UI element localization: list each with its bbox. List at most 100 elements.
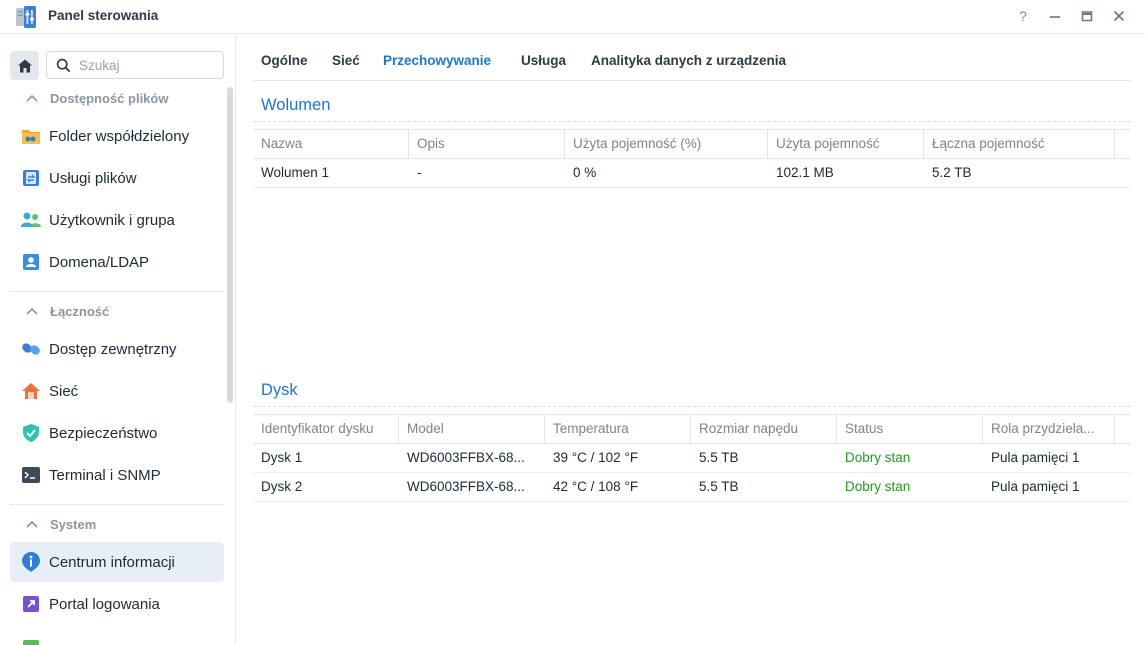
column-header[interactable]: Status bbox=[837, 415, 983, 443]
sidebar-item-file-services[interactable]: Usługi plików bbox=[10, 158, 224, 198]
sidebar-item-shared-folder[interactable]: Folder współdzielony bbox=[10, 116, 224, 156]
section-header-file-sharing[interactable]: Dostępność plików bbox=[10, 85, 224, 111]
section-header-system[interactable]: System bbox=[10, 511, 224, 537]
sidebar: Dostępność plików Folder współdzielony U… bbox=[0, 35, 236, 645]
external-access-icon bbox=[20, 338, 42, 360]
sidebar-item-security[interactable]: Bezpieczeństwo bbox=[10, 413, 224, 453]
disk-temperature-cell: 39 °C / 102 °F bbox=[553, 450, 639, 465]
disk-role-cell: Pula pamięci 1 bbox=[991, 479, 1080, 494]
search-box[interactable] bbox=[46, 51, 224, 79]
close-button[interactable] bbox=[1107, 5, 1131, 27]
next-item-icon bbox=[20, 635, 42, 645]
section-divider bbox=[10, 504, 224, 505]
maximize-button[interactable] bbox=[1075, 5, 1099, 27]
maximize-icon bbox=[1081, 11, 1093, 22]
disk-id-cell: Dysk 2 bbox=[261, 479, 303, 494]
column-header[interactable]: Łączna pojemność bbox=[924, 130, 1115, 158]
chevron-up-icon bbox=[26, 307, 40, 315]
table-row[interactable]: Wolumen 1 - 0 % 102.1 MB 5.2 TB bbox=[253, 159, 1131, 188]
volume-description-cell: - bbox=[417, 165, 422, 180]
section-title: Dostępność plików bbox=[50, 90, 169, 106]
home-icon bbox=[17, 59, 32, 72]
disk-section-title: Dysk bbox=[261, 381, 298, 399]
column-header[interactable]: Rola przydziela... bbox=[983, 415, 1115, 443]
tab-general[interactable]: Ogólne bbox=[261, 53, 308, 68]
disk-size-cell: 5.5 TB bbox=[699, 479, 739, 494]
sidebar-item-info-center[interactable]: Centrum informacji bbox=[10, 542, 224, 582]
tab-network[interactable]: Sieć bbox=[332, 53, 360, 68]
sidebar-item-external-access[interactable]: Dostęp zewnętrzny bbox=[10, 329, 224, 369]
sidebar-item-partial[interactable] bbox=[10, 626, 224, 645]
title-bar: Panel sterowania ? bbox=[0, 0, 1145, 34]
section-divider bbox=[253, 121, 1131, 122]
volume-used-capacity-cell: 102.1 MB bbox=[776, 165, 834, 180]
file-services-icon bbox=[20, 167, 42, 189]
login-portal-icon bbox=[20, 593, 42, 615]
sidebar-scrollbar[interactable] bbox=[227, 87, 233, 403]
sidebar-item-domain-ldap[interactable]: Domena/LDAP bbox=[10, 242, 224, 282]
domain-ldap-icon bbox=[20, 251, 42, 273]
search-icon bbox=[56, 58, 71, 72]
sidebar-item-label: Domena/LDAP bbox=[49, 253, 150, 271]
control-panel-app-icon bbox=[14, 5, 38, 29]
section-divider bbox=[253, 406, 1131, 407]
table-header: Identyfikator dysku Model Temperatura Ro… bbox=[253, 414, 1131, 444]
tab-device-analytics[interactable]: Analityka danych z urządzenia bbox=[591, 53, 786, 68]
sidebar-item-label: Użytkownik i grupa bbox=[49, 211, 175, 229]
volume-section-title: Wolumen bbox=[261, 96, 331, 114]
section-header-connectivity[interactable]: Łączność bbox=[10, 298, 224, 324]
network-icon bbox=[20, 380, 42, 402]
sidebar-item-label: Centrum informacji bbox=[49, 553, 175, 571]
section-title: Łączność bbox=[50, 303, 110, 319]
sidebar-item-label: Bezpieczeństwo bbox=[49, 424, 158, 442]
tab-service[interactable]: Usługa bbox=[521, 53, 566, 68]
column-header[interactable]: Opis bbox=[409, 130, 565, 158]
window-title: Panel sterowania bbox=[48, 8, 159, 23]
disk-model-cell: WD6003FFBX-68... bbox=[407, 450, 525, 465]
disk-status-cell: Dobry stan bbox=[845, 450, 911, 465]
disk-size-cell: 5.5 TB bbox=[699, 450, 739, 465]
column-header[interactable]: Nazwa bbox=[253, 130, 409, 158]
shared-folder-icon bbox=[20, 125, 42, 147]
column-header[interactable]: Model bbox=[399, 415, 545, 443]
tab-storage[interactable]: Przechowywanie bbox=[383, 53, 491, 68]
chevron-up-icon bbox=[26, 520, 40, 528]
column-header[interactable]: Użyta pojemność bbox=[768, 130, 924, 158]
table-header: Nazwa Opis Użyta pojemność (%) Użyta poj… bbox=[253, 129, 1131, 159]
minimize-button[interactable] bbox=[1043, 5, 1067, 27]
chevron-up-icon bbox=[26, 94, 40, 102]
sidebar-item-label: Sieć bbox=[49, 382, 79, 400]
info-center-icon bbox=[20, 551, 42, 573]
disk-temperature-cell: 42 °C / 108 °F bbox=[553, 479, 639, 494]
security-icon bbox=[20, 422, 42, 444]
tab-bar: Ogólne Sieć Przechowywanie Usługa Analit… bbox=[253, 35, 1131, 81]
sidebar-item-label: Terminal i SNMP bbox=[49, 466, 161, 484]
sidebar-item-terminal-snmp[interactable]: Terminal i SNMP bbox=[10, 455, 224, 495]
column-header[interactable]: Identyfikator dysku bbox=[253, 415, 399, 443]
column-header[interactable]: Rozmiar napędu bbox=[691, 415, 837, 443]
column-header[interactable]: Użyta pojemność (%) bbox=[565, 130, 768, 158]
sidebar-item-network[interactable]: Sieć bbox=[10, 371, 224, 411]
section-title: System bbox=[50, 516, 97, 532]
section-divider bbox=[10, 291, 224, 292]
volume-total-capacity-cell: 5.2 TB bbox=[932, 165, 972, 180]
user-group-icon bbox=[20, 209, 42, 231]
volume-name-cell: Wolumen 1 bbox=[261, 165, 330, 180]
table-row[interactable]: Dysk 1 WD6003FFBX-68... 39 °C / 102 °F 5… bbox=[253, 444, 1131, 473]
home-button[interactable] bbox=[10, 51, 39, 80]
terminal-icon bbox=[20, 464, 42, 486]
disk-id-cell: Dysk 1 bbox=[261, 450, 303, 465]
search-input[interactable] bbox=[79, 57, 219, 73]
sidebar-item-label: Portal logowania bbox=[49, 595, 160, 613]
sidebar-item-login-portal[interactable]: Portal logowania bbox=[10, 584, 224, 624]
table-row[interactable]: Dysk 2 WD6003FFBX-68... 42 °C / 108 °F 5… bbox=[253, 473, 1131, 502]
help-icon: ? bbox=[1019, 8, 1027, 24]
column-header[interactable]: Temperatura bbox=[545, 415, 691, 443]
sidebar-item-label: Folder współdzielony bbox=[49, 127, 190, 145]
volume-used-percent-cell: 0 % bbox=[573, 165, 597, 180]
sidebar-item-label: Dostęp zewnętrzny bbox=[49, 340, 177, 358]
close-icon bbox=[1113, 10, 1125, 22]
sidebar-item-user-group[interactable]: Użytkownik i grupa bbox=[10, 200, 224, 240]
main-panel: Ogólne Sieć Przechowywanie Usługa Analit… bbox=[237, 35, 1145, 645]
help-button[interactable]: ? bbox=[1011, 5, 1035, 27]
